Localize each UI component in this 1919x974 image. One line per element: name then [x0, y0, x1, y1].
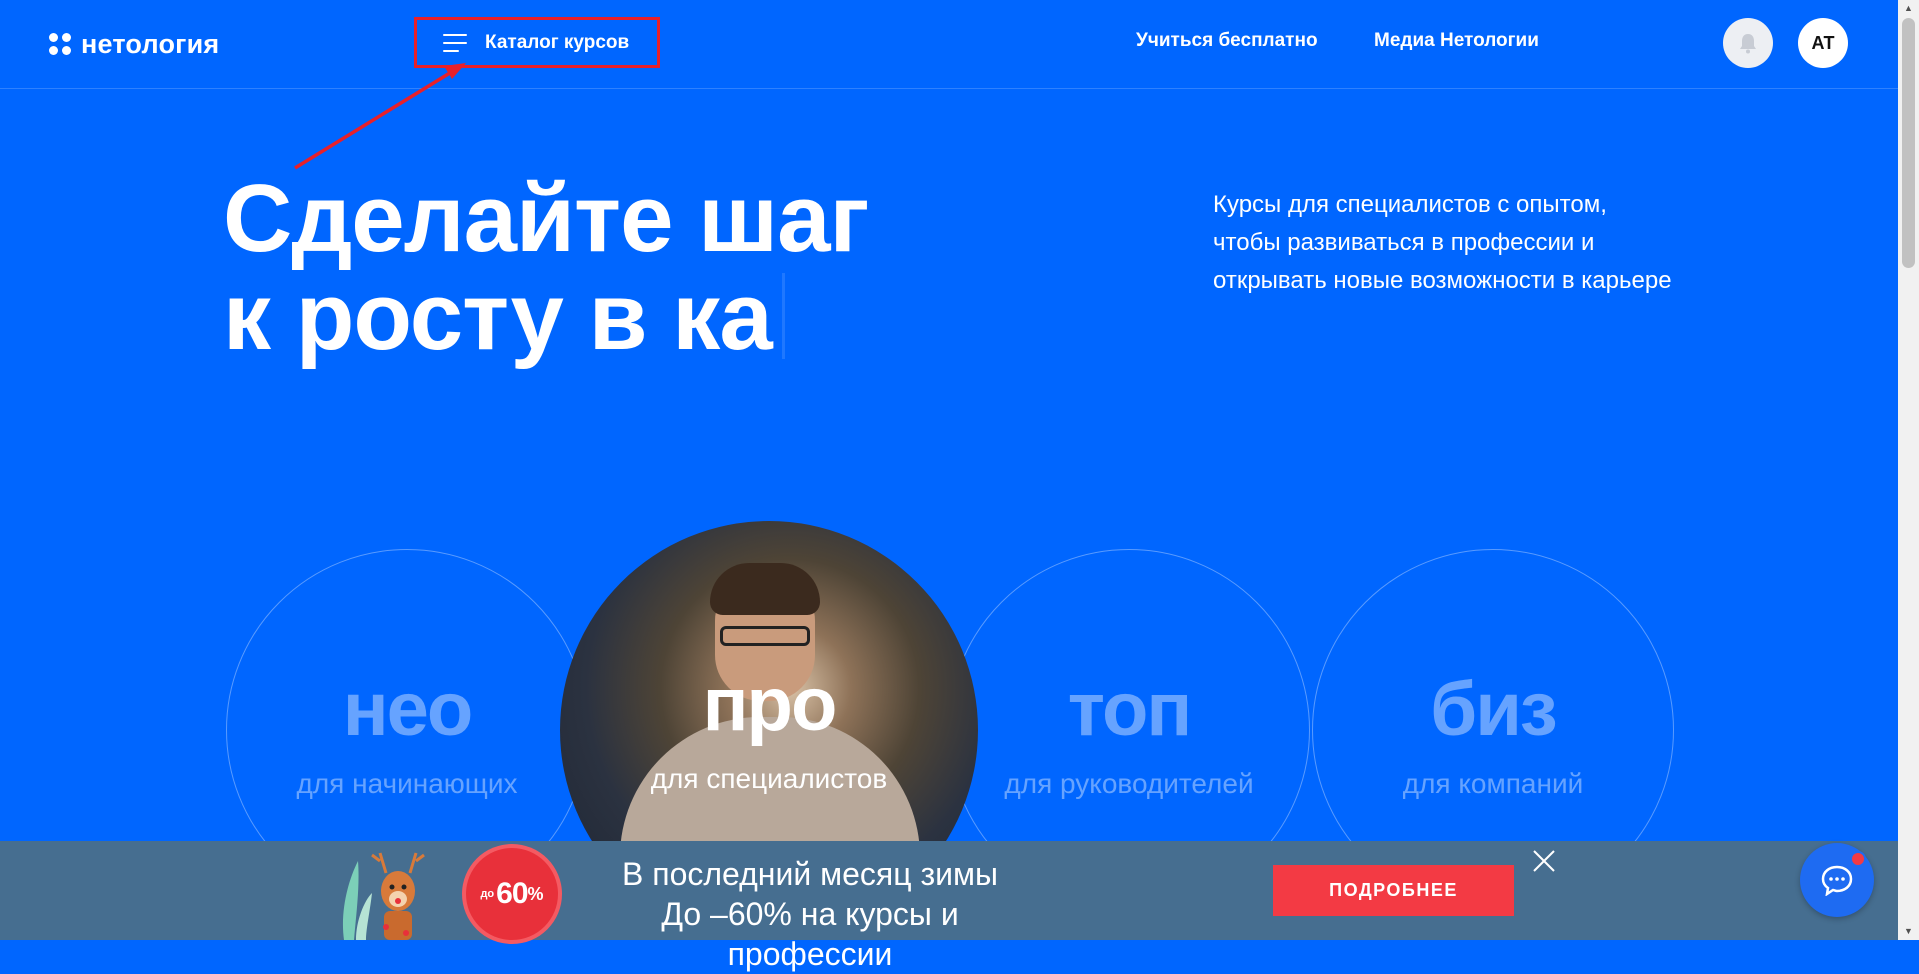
- level-description: для начинающих: [296, 768, 518, 799]
- level-name: про: [702, 662, 838, 747]
- badge-suffix: %: [527, 883, 544, 904]
- banner-details-button[interactable]: ПОДРОБНЕЕ: [1273, 865, 1514, 916]
- chat-notification-dot: [1850, 851, 1866, 867]
- hero-title-text: Сделайте шаг к росту в ка: [223, 165, 870, 370]
- person-glasses: [720, 626, 810, 646]
- level-description: для компаний: [1402, 768, 1584, 799]
- level-description: для руководителей: [1004, 768, 1254, 799]
- logo-icon: [49, 33, 71, 55]
- badge-value: 60: [496, 877, 528, 910]
- bell-icon: [1740, 34, 1756, 54]
- nav-link-media[interactable]: Медиа Нетологии: [1374, 30, 1539, 52]
- menu-icon: [443, 33, 467, 52]
- typing-cursor: [781, 273, 785, 359]
- scrollbar-thumb[interactable]: [1902, 18, 1915, 268]
- level-name: нео: [342, 667, 474, 752]
- banner-text: В последний месяц зимы До –60% на курсы …: [600, 854, 1020, 974]
- chat-icon: [1821, 865, 1853, 896]
- logo[interactable]: нетология: [49, 27, 219, 61]
- person-hair: [710, 563, 820, 615]
- level-name: топ: [1067, 667, 1193, 752]
- banner-line-2: До –60% на курсы и профессии: [661, 896, 959, 972]
- banner-line-1: В последний месяц зимы: [622, 856, 998, 892]
- catalog-button-label: Каталог курсов: [485, 31, 630, 53]
- notifications-button[interactable]: [1723, 18, 1773, 68]
- scrollbar[interactable]: ▲ ▼: [1898, 0, 1919, 940]
- scroll-up-icon[interactable]: ▲: [1898, 0, 1919, 17]
- user-avatar[interactable]: АТ: [1798, 18, 1848, 68]
- logo-text: нетология: [81, 28, 220, 59]
- close-icon[interactable]: [1530, 847, 1558, 875]
- deer-illustration-icon: [342, 852, 425, 940]
- hero-subtitle: Курсы для специалистов с опытом, чтобы р…: [1213, 191, 1672, 294]
- chat-button[interactable]: [1800, 843, 1874, 917]
- promo-banner: до 60 % В последний месяц зимы До –60% н…: [0, 841, 1898, 972]
- level-description: для специалистов: [650, 763, 888, 794]
- site-header: нетология Каталог курсов Учиться бесплат…: [0, 0, 1898, 89]
- discount-badge: до 60 %: [466, 848, 558, 940]
- badge-prefix: до: [480, 888, 495, 900]
- scroll-down-icon[interactable]: ▼: [1898, 923, 1919, 940]
- nav-link-learn-free[interactable]: Учиться бесплатно: [1136, 30, 1318, 52]
- catalog-button[interactable]: Каталог курсов: [414, 17, 660, 68]
- level-name: биз: [1430, 667, 1557, 752]
- hero-title: Сделайте шаг к росту в ка: [223, 170, 870, 366]
